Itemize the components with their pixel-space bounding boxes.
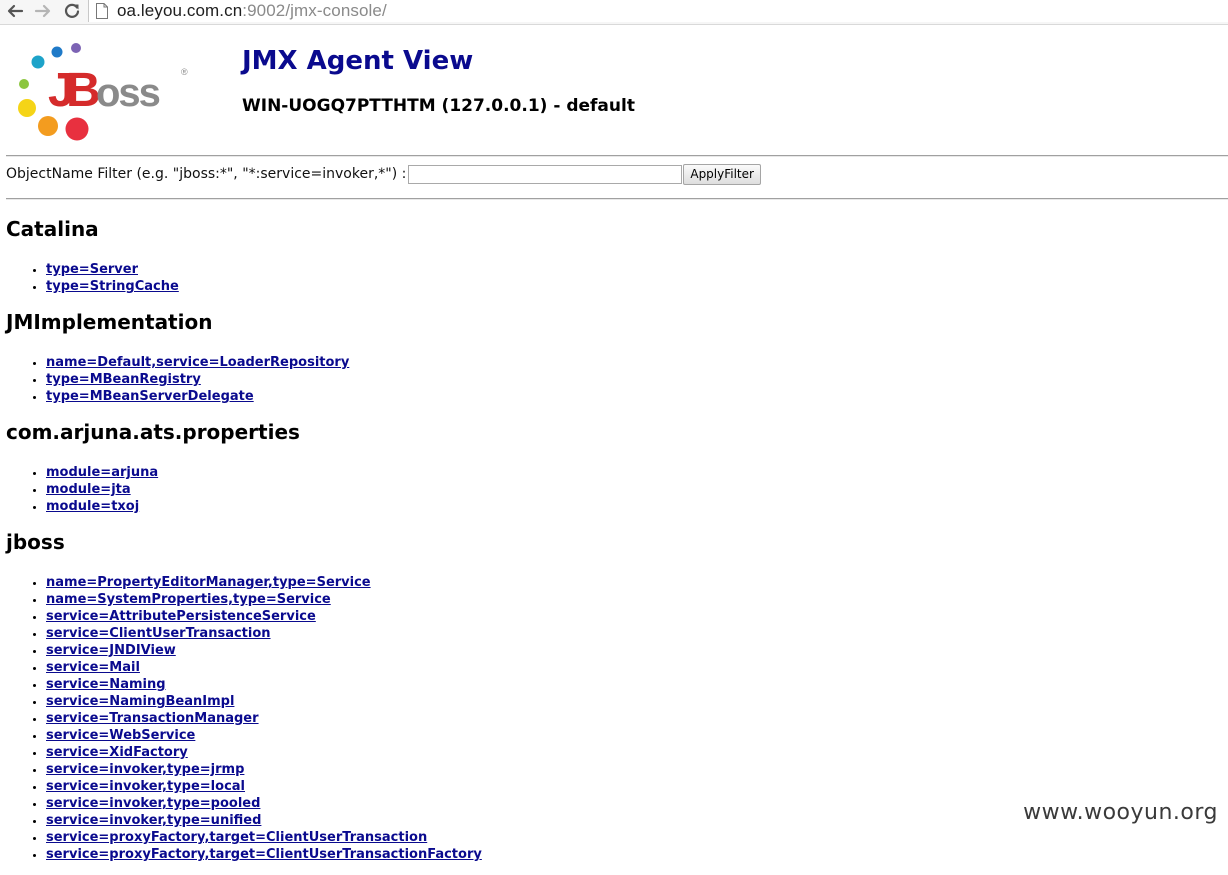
mbean-list-item: name=SystemProperties,type=Service [46,591,1206,608]
filter-label: ObjectName Filter (e.g. "jboss:*", "*:se… [6,166,407,182]
mbean-link[interactable]: module=txoj [46,499,139,514]
mbean-list-item: service=proxyFactory,target=ClientUserTr… [46,829,1206,846]
mbean-link[interactable]: type=StringCache [46,279,179,294]
filter-input[interactable] [408,164,683,184]
mbean-link[interactable]: type=MBeanServerDelegate [46,389,254,404]
filter-form: ObjectName Filter (e.g. "jboss:*", "*:se… [6,163,761,185]
domain-heading: Catalina [6,217,99,241]
mbean-list-item: module=jta [46,481,1206,498]
mbean-list-item: service=Naming [46,676,1206,693]
mbean-list-item: type=MBeanServerDelegate [46,388,1206,405]
arrow-left-icon [7,4,24,18]
mbean-list: type=Server type=StringCache [6,261,1206,295]
mbean-link[interactable]: service=proxyFactory,target=ClientUserTr… [46,830,427,845]
mbean-list-item: type=MBeanRegistry [46,371,1206,388]
mbean-link[interactable]: service=invoker,type=local [46,779,245,794]
mbean-list-item: service=ClientUserTransaction [46,625,1206,642]
mbean-link[interactable]: service=JNDIView [46,643,176,658]
url-text: oa.leyou.com.cn:9002/jmx-console/ [117,1,387,21]
mbean-link[interactable]: module=jta [46,482,131,497]
mbean-link[interactable]: name=SystemProperties,type=Service [46,592,331,607]
watermark: www.wooyun.org [1023,800,1218,825]
jboss-logo: J B oss ® [18,43,188,141]
mbean-link[interactable]: service=XidFactory [46,745,188,760]
url-host: oa.leyou.com.cn [117,1,243,20]
mbean-link[interactable]: service=ClientUserTransaction [46,626,271,641]
mbean-link[interactable]: service=WebService [46,728,195,743]
mbean-link[interactable]: service=invoker,type=jrmp [46,762,244,777]
svg-text:oss: oss [96,71,160,115]
mbean-list-item: module=txoj [46,498,1206,515]
mbean-link[interactable]: service=proxyFactory,target=ClientUserTr… [46,847,482,862]
mbean-link[interactable]: service=invoker,type=unified [46,813,261,828]
mbean-list-item: service=XidFactory [46,744,1206,761]
svg-text:®: ® [181,67,188,77]
mbean-list: name=Default,service=LoaderRepository typ… [6,354,1206,405]
mbean-list-item: service=Mail [46,659,1206,676]
domain-heading: com.arjuna.ats.properties [6,420,300,444]
forward-button[interactable] [32,1,54,21]
mbean-list-item: name=PropertyEditorManager,type=Service [46,574,1206,591]
reload-button[interactable] [61,1,83,21]
mbean-link[interactable]: service=AttributePersistenceService [46,609,316,624]
domain-heading: jboss [6,530,65,554]
server-subtitle: WIN-UOGQ7PTTHTM (127.0.0.1) - default [242,96,635,116]
mbean-list-item: service=JNDIView [46,642,1206,659]
mbean-link[interactable]: service=Naming [46,677,166,692]
browser-toolbar: oa.leyou.com.cn:9002/jmx-console/ [0,0,1228,25]
domain-heading: JMImplementation [6,310,213,334]
url-path: :9002/jmx-console/ [242,1,387,20]
mbean-link[interactable]: service=invoker,type=pooled [46,796,260,811]
mbean-link[interactable]: type=Server [46,262,138,277]
arrow-right-icon [34,4,51,18]
reload-icon [64,3,80,18]
mbean-list-item: module=arjuna [46,464,1206,481]
svg-text:B: B [66,64,99,117]
mbean-list-item: service=NamingBeanImpl [46,693,1206,710]
page-icon [96,3,108,19]
mbean-list-item: service=proxyFactory,target=ClientUserTr… [46,846,1206,863]
mbean-list-item: service=AttributePersistenceService [46,608,1206,625]
mbean-list-item: service=WebService [46,727,1206,744]
mbean-list-item: service=invoker,type=jrmp [46,761,1206,778]
divider [6,155,1228,157]
mbean-list-item: service=invoker,type=local [46,778,1206,795]
address-bar[interactable]: oa.leyou.com.cn:9002/jmx-console/ [88,0,1228,22]
mbean-link[interactable]: name=Default,service=LoaderRepository [46,355,349,370]
mbean-list-item: type=Server [46,261,1206,278]
apply-filter-button[interactable]: ApplyFilter [683,163,761,185]
divider [6,198,1228,200]
back-button[interactable] [4,1,26,21]
mbean-link[interactable]: name=PropertyEditorManager,type=Service [46,575,371,590]
mbean-link[interactable]: service=Mail [46,660,140,675]
mbean-link[interactable]: service=TransactionManager [46,711,259,726]
mbean-link[interactable]: service=NamingBeanImpl [46,694,234,709]
mbean-link[interactable]: type=MBeanRegistry [46,372,201,387]
domain-list: Catalina type=Server type=StringCache JMImp… [6,214,1206,875]
mbean-list: module=arjuna module=jta module=txoj [6,464,1206,515]
mbean-list-item: service=TransactionManager [46,710,1206,727]
page-title: JMX Agent View [242,46,474,76]
mbean-list-item: type=StringCache [46,278,1206,295]
mbean-list-item: name=Default,service=LoaderRepository [46,354,1206,371]
mbean-link[interactable]: module=arjuna [46,465,158,480]
